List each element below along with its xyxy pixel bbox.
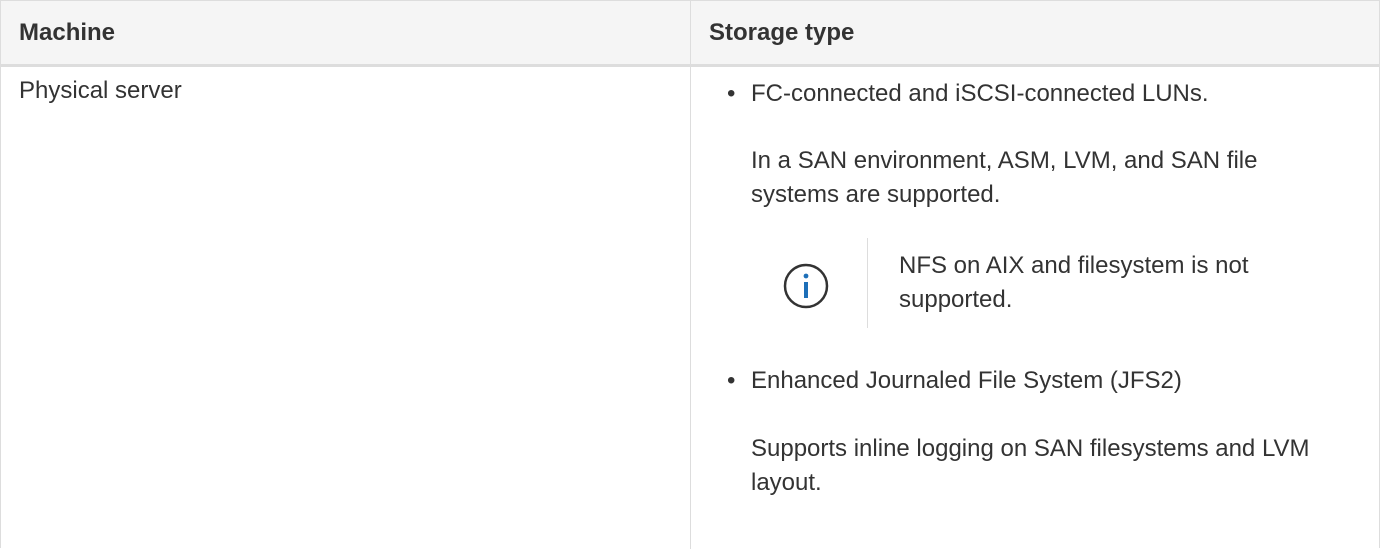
storage-item-description: Supports inline logging on SAN filesyste…: [751, 435, 1310, 496]
storage-item-title: FC-connected and iSCSI-connected LUNs.: [751, 80, 1209, 107]
header-machine: Machine: [19, 19, 116, 46]
storage-table: Machine Storage type Physical server • F…: [0, 0, 1380, 549]
info-icon: [783, 263, 829, 309]
storage-item-description: In a SAN environment, ASM, LVM, and SAN …: [751, 147, 1258, 208]
machine-cell: Physical server: [19, 77, 182, 104]
bullet-marker: •: [727, 367, 736, 394]
storage-item-title: Enhanced Journaled File System (JFS2): [751, 367, 1182, 394]
note-text: NFS on AIX and filesystem is not support…: [899, 252, 1249, 313]
column-divider: [690, 1, 691, 549]
bullet-marker: •: [727, 80, 736, 107]
header-storage-type: Storage type: [709, 19, 855, 46]
note-divider: [867, 238, 868, 328]
